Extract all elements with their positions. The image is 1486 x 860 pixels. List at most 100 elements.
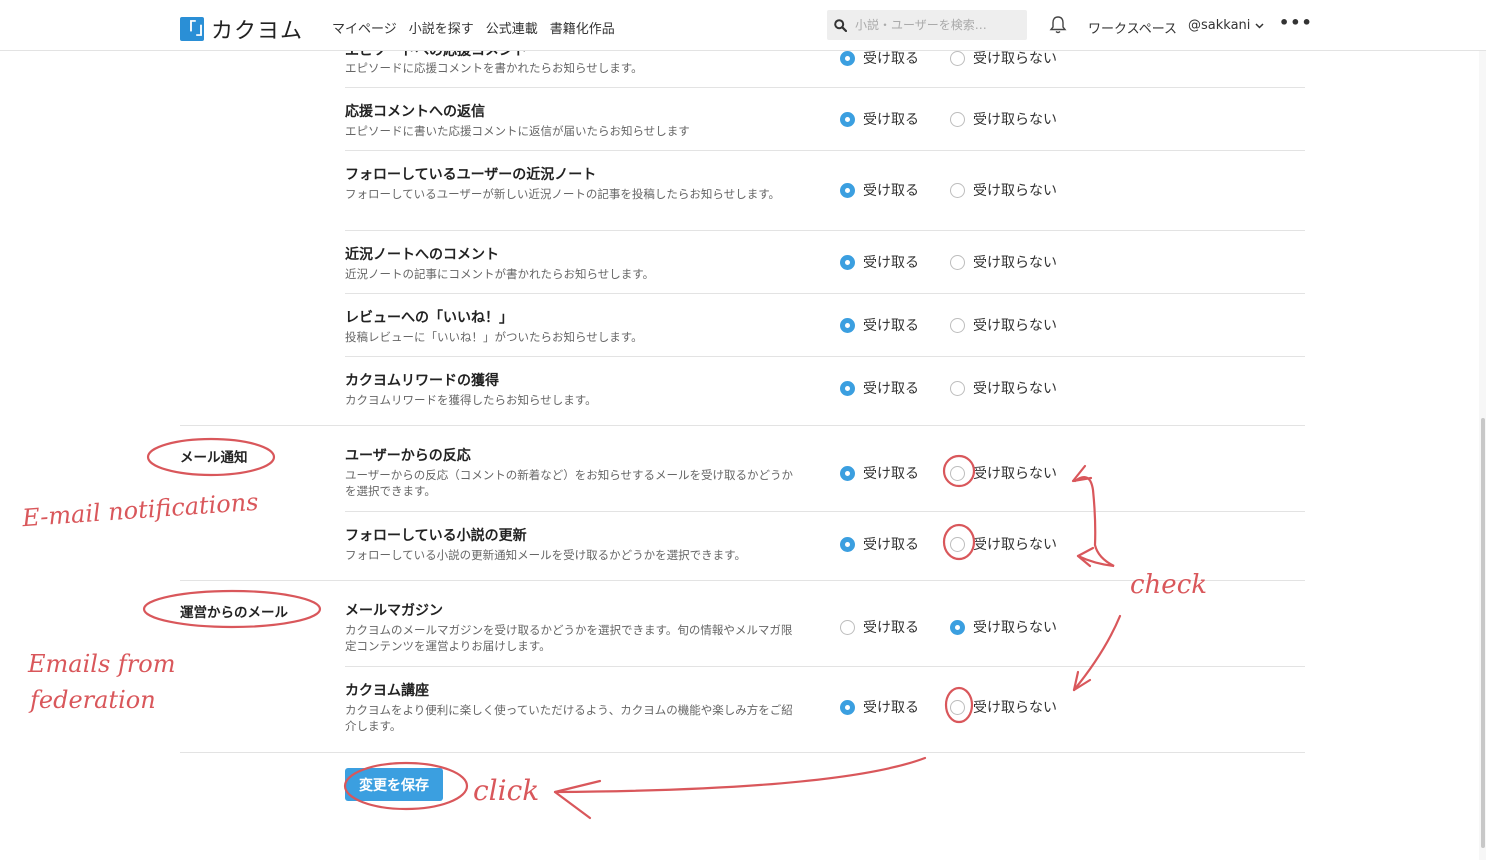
section-label-operator: 運営からのメール bbox=[180, 605, 288, 621]
radio-label: 受け取らない bbox=[973, 537, 1057, 553]
radio-label: 受け取る bbox=[863, 466, 919, 482]
nav-find-novels[interactable]: 小説を探す bbox=[409, 18, 474, 37]
arrow-mark bbox=[1072, 670, 1092, 692]
radio-label: 受け取らない bbox=[973, 183, 1057, 199]
radio-circle bbox=[840, 50, 855, 66]
divider bbox=[345, 356, 1305, 357]
radio-label: 受け取らない bbox=[973, 381, 1057, 397]
nav-published-works[interactable]: 書籍化作品 bbox=[550, 18, 615, 37]
save-changes-button[interactable]: 変更を保存 bbox=[345, 768, 443, 801]
radio-circle bbox=[950, 536, 965, 552]
bell-icon[interactable] bbox=[1049, 15, 1067, 39]
radio-decline[interactable]: 受け取らない bbox=[950, 697, 1057, 717]
annotation-federation: federation bbox=[30, 686, 156, 714]
user-menu[interactable]: @sakkani bbox=[1188, 18, 1264, 33]
row-description: エピソードに応援コメントを書かれたらお知らせします。 bbox=[345, 61, 643, 75]
radio-circle bbox=[950, 699, 965, 715]
radio-label: 受け取る bbox=[863, 255, 919, 271]
site-logo[interactable]: 「」 カクヨム bbox=[180, 13, 303, 45]
nav-official-serials[interactable]: 公式連載 bbox=[486, 18, 538, 37]
radio-accept[interactable]: 受け取る bbox=[840, 463, 919, 483]
radio-label: 受け取らない bbox=[973, 318, 1057, 334]
radio-label: 受け取る bbox=[863, 112, 919, 128]
divider bbox=[345, 511, 1305, 512]
radio-label: 受け取る bbox=[863, 700, 919, 716]
radio-decline[interactable]: 受け取らない bbox=[950, 378, 1057, 398]
radio-label: 受け取らない bbox=[973, 112, 1057, 128]
arrow-mark bbox=[1072, 614, 1122, 692]
row-title: 応援コメントへの返信 bbox=[345, 104, 485, 120]
row-description: フォローしている小説の更新通知メールを受け取るかどうかを選択できます。 bbox=[345, 548, 747, 562]
radio-circle bbox=[950, 465, 965, 481]
radio-accept[interactable]: 受け取る bbox=[840, 252, 919, 272]
row-description: 投稿レビューに「いいね！」がついたらお知らせします。 bbox=[345, 330, 643, 344]
search-box bbox=[827, 10, 1027, 40]
divider bbox=[345, 666, 1305, 667]
arrow-mark bbox=[1073, 476, 1115, 568]
radio-label: 受け取る bbox=[863, 381, 919, 397]
radio-circle bbox=[950, 50, 965, 66]
row-title: レビューへの「いいね！」 bbox=[345, 310, 513, 326]
radio-circle bbox=[840, 465, 855, 481]
nav-mypage[interactable]: マイページ bbox=[332, 18, 397, 37]
radio-label: 受け取る bbox=[863, 537, 919, 553]
radio-accept[interactable]: 受け取る bbox=[840, 315, 919, 335]
row-description: カクヨムをより便利に楽しく使っていただけるよう、カクヨムの機能や楽しみ方をご紹介… bbox=[345, 703, 793, 733]
row-description: ユーザーからの反応（コメントの新着など）をお知らせするメールを受け取るかどうかを… bbox=[345, 468, 794, 498]
radio-circle bbox=[840, 536, 855, 552]
row-description: カクヨムのメールマガジンを受け取るかどうかを選択できます。旬の情報やメルマガ限定… bbox=[345, 623, 793, 653]
radio-accept[interactable]: 受け取る bbox=[840, 617, 919, 637]
radio-decline[interactable]: 受け取らない bbox=[950, 534, 1057, 554]
radio-label: 受け取る bbox=[863, 183, 919, 199]
row-title: フォローしているユーザーの近況ノート bbox=[345, 167, 597, 183]
divider bbox=[345, 293, 1305, 294]
radio-circle bbox=[840, 254, 855, 270]
row-title: メールマガジン bbox=[345, 603, 443, 619]
workspace-link[interactable]: ワークスペース bbox=[1088, 18, 1177, 37]
section-divider bbox=[180, 752, 1305, 753]
divider bbox=[345, 150, 1305, 151]
radio-label: 受け取る bbox=[863, 51, 919, 67]
radio-decline[interactable]: 受け取らない bbox=[950, 315, 1057, 335]
annotation-check: check bbox=[1130, 570, 1208, 600]
radio-label: 受け取らない bbox=[973, 620, 1057, 636]
radio-circle bbox=[950, 380, 965, 396]
radio-decline[interactable]: 受け取らない bbox=[950, 180, 1057, 200]
radio-decline[interactable]: 受け取らない bbox=[950, 48, 1057, 68]
row-title: カクヨムリワードの獲得 bbox=[345, 373, 499, 389]
radio-circle bbox=[950, 182, 965, 198]
radio-decline[interactable]: 受け取らない bbox=[950, 617, 1057, 637]
radio-accept[interactable]: 受け取る bbox=[840, 534, 919, 554]
row-title: カクヨム講座 bbox=[345, 683, 429, 699]
logo-mark-icon: 「」 bbox=[180, 17, 212, 41]
radio-accept[interactable]: 受け取る bbox=[840, 697, 919, 717]
radio-circle bbox=[840, 380, 855, 396]
radio-label: 受け取らない bbox=[973, 255, 1057, 271]
arrow-mark bbox=[1071, 464, 1093, 483]
row-title: 近況ノートへのコメント bbox=[345, 247, 499, 263]
search-input[interactable] bbox=[853, 17, 1025, 33]
radio-circle bbox=[840, 111, 855, 127]
row-description: カクヨムリワードを獲得したらお知らせします。 bbox=[345, 393, 597, 407]
radio-label: 受け取る bbox=[863, 620, 919, 636]
radio-decline[interactable]: 受け取らない bbox=[950, 463, 1057, 483]
radio-accept[interactable]: 受け取る bbox=[840, 378, 919, 398]
radio-label: 受け取る bbox=[863, 318, 919, 334]
radio-accept[interactable]: 受け取る bbox=[840, 48, 919, 68]
arrow-mark bbox=[553, 756, 927, 794]
more-menu-icon[interactable]: ••• bbox=[1279, 13, 1313, 32]
radio-circle bbox=[950, 317, 965, 333]
divider bbox=[345, 230, 1305, 231]
section-divider bbox=[180, 425, 1305, 426]
arrow-mark bbox=[1076, 546, 1095, 568]
radio-accept[interactable]: 受け取る bbox=[840, 109, 919, 129]
scrollbar-thumb[interactable] bbox=[1481, 418, 1485, 848]
row-description: 近況ノートの記事にコメントが書かれたらお知らせします。 bbox=[345, 267, 655, 281]
radio-accept[interactable]: 受け取る bbox=[840, 180, 919, 200]
radio-decline[interactable]: 受け取らない bbox=[950, 109, 1057, 129]
search-icon[interactable] bbox=[827, 18, 853, 32]
section-label-email: メール通知 bbox=[180, 450, 248, 466]
row-title: フォローしている小説の更新 bbox=[345, 528, 527, 544]
divider bbox=[345, 87, 1305, 88]
radio-decline[interactable]: 受け取らない bbox=[950, 252, 1057, 272]
